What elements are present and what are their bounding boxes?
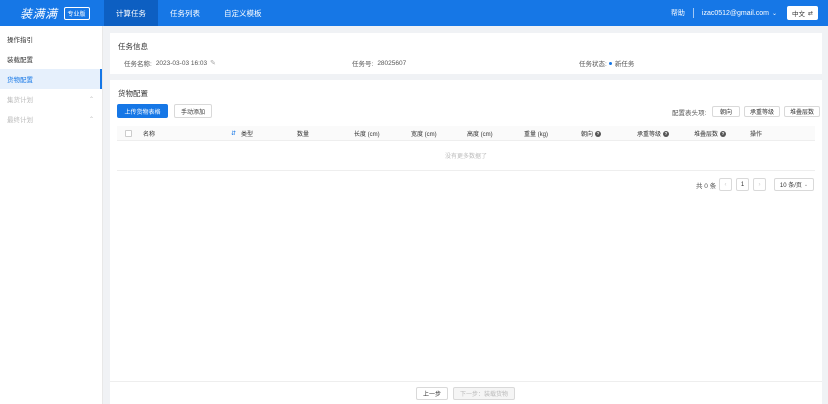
sort-icon[interactable]: ⇵ bbox=[229, 126, 236, 141]
table-header: 名称 ⇵ 类型 数量 长度 (cm) 宽度 (cm) 高度 (cm) 重量 (k… bbox=[117, 126, 815, 141]
chevron-up-icon: ⌃ bbox=[88, 96, 94, 103]
next-page-button[interactable]: › bbox=[753, 178, 766, 191]
col-weight: 重量 (kg) bbox=[524, 132, 549, 138]
help-icon[interactable]: ? bbox=[595, 130, 602, 137]
page-size-value: 10 条/页 bbox=[779, 183, 802, 189]
user-menu[interactable]: izac0512@gmail.com ⌄ bbox=[702, 10, 777, 17]
col-actions: 操作 bbox=[750, 132, 763, 138]
manual-add-button[interactable]: 手动添加 bbox=[174, 104, 212, 118]
col-name-label: 名称 bbox=[143, 132, 156, 138]
task-info-title: 任务信息 bbox=[118, 42, 148, 51]
switch-icon: ⇄ bbox=[807, 10, 813, 17]
col-name[interactable]: 名称 bbox=[143, 126, 155, 141]
select-all-checkbox[interactable] bbox=[125, 126, 132, 141]
chevron-up-icon: ⌃ bbox=[88, 116, 94, 123]
logo[interactable]: 装满满 专业版 bbox=[0, 0, 104, 26]
col-orientation: 朝向 ? bbox=[581, 126, 602, 141]
config-header-label: 配置表头项: bbox=[672, 110, 707, 117]
task-id-label: 任务号: bbox=[352, 61, 374, 68]
cargo-config-card: 货物配置 上传货物表格 手动添加 配置表头项: 朝向 承重等级 堆叠层数 名称 … bbox=[110, 80, 822, 381]
config-option-load-level[interactable]: 承重等级 bbox=[744, 106, 780, 117]
chevron-down-icon: ⌄ bbox=[803, 181, 809, 188]
divider bbox=[692, 8, 694, 18]
help-icon[interactable]: ? bbox=[720, 130, 727, 137]
prev-page-button[interactable]: ‹ bbox=[719, 178, 732, 191]
bottom-action-bar: 上一步 下一步：装载货物 bbox=[110, 381, 822, 404]
language-label: 中文 bbox=[791, 11, 805, 18]
nav-task-list[interactable]: 任务列表 bbox=[158, 0, 212, 26]
nav-custom-template[interactable]: 自定义模板 bbox=[212, 0, 274, 26]
col-load-level-label: 承重等级 bbox=[637, 132, 662, 138]
next-step-button[interactable]: 下一步：装载货物 bbox=[453, 387, 515, 400]
task-status-label: 任务状态: bbox=[579, 61, 607, 68]
sidebar-item-label: 操作指引 bbox=[7, 37, 33, 44]
prev-step-button[interactable]: 上一步 bbox=[416, 387, 448, 400]
col-orientation-label: 朝向 bbox=[581, 132, 594, 138]
user-email: izac0512@gmail.com bbox=[701, 9, 769, 17]
col-height: 高度 (cm) bbox=[467, 132, 493, 138]
status-dot bbox=[608, 61, 612, 65]
nav-calc-task[interactable]: 计算任务 bbox=[104, 0, 158, 26]
sidebar-item-label: 货物配置 bbox=[7, 77, 33, 84]
sidebar-item-label: 装载配置 bbox=[7, 57, 33, 64]
col-type: 类型 bbox=[241, 132, 254, 138]
edition-badge: 专业版 bbox=[63, 6, 90, 20]
top-bar: 装满满 专业版 计算任务 任务列表 自定义模板 帮助 izac0512@gmai… bbox=[0, 0, 828, 26]
col-stack-layers: 堆叠层数 ? bbox=[694, 126, 727, 141]
logo-text: 装满满 bbox=[20, 6, 58, 21]
sidebar-item-label: 最终计划 bbox=[7, 117, 33, 124]
task-name: 任务名称: 2023-03-03 16:03 ✎ bbox=[124, 58, 216, 69]
sidebar-item-collect-plan[interactable]: 集货计划 ⌃ bbox=[0, 89, 102, 109]
col-stack-layers-label: 堆叠层数 bbox=[694, 132, 719, 138]
help-link[interactable]: 帮助 bbox=[671, 8, 685, 18]
page-size-select[interactable]: 10 条/页 ⌄ bbox=[774, 178, 814, 191]
col-width: 宽度 (cm) bbox=[411, 132, 437, 138]
task-id: 任务号: 28025607 bbox=[352, 58, 407, 69]
total-count: 共 0 条 bbox=[696, 182, 717, 190]
config-option-orientation[interactable]: 朝向 bbox=[712, 106, 740, 117]
task-status-value: 新任务 bbox=[614, 61, 635, 68]
help-icon[interactable]: ? bbox=[663, 130, 670, 137]
edit-icon[interactable]: ✎ bbox=[210, 59, 216, 67]
cargo-config-title: 货物配置 bbox=[118, 89, 148, 98]
task-id-value: 28025607 bbox=[377, 59, 407, 67]
col-quantity: 数量 bbox=[297, 132, 310, 138]
sidebar: 操作指引 装载配置 货物配置 集货计划 ⌃ 最终计划 ⌃ bbox=[0, 26, 103, 404]
chevron-down-icon: ⌄ bbox=[771, 10, 777, 17]
sidebar-item-final-plan[interactable]: 最终计划 ⌃ bbox=[0, 109, 102, 129]
sidebar-item-load-config[interactable]: 装载配置 bbox=[0, 49, 102, 69]
page-number-button[interactable]: 1 bbox=[736, 178, 749, 191]
task-name-value: 2023-03-03 16:03 bbox=[155, 59, 208, 67]
sidebar-item-guide[interactable]: 操作指引 bbox=[0, 29, 102, 49]
empty-message: 没有更多数据了 bbox=[117, 141, 815, 171]
language-button[interactable]: 中文 ⇄ bbox=[786, 6, 818, 20]
config-option-stack-layers[interactable]: 堆叠层数 bbox=[784, 106, 820, 117]
sidebar-item-cargo-config[interactable]: 货物配置 bbox=[0, 69, 102, 89]
sidebar-item-label: 集货计划 bbox=[7, 97, 33, 104]
task-info-card: 任务信息 任务名称: 2023-03-03 16:03 ✎ 任务号: 28025… bbox=[110, 33, 822, 74]
task-status: 任务状态: 新任务 bbox=[579, 58, 634, 68]
upload-cargo-button[interactable]: 上传货物表格 bbox=[117, 104, 168, 118]
col-length: 长度 (cm) bbox=[354, 132, 380, 138]
main-nav: 计算任务 任务列表 自定义模板 bbox=[104, 0, 274, 26]
task-name-label: 任务名称: bbox=[124, 61, 152, 68]
col-load-level: 承重等级 ? bbox=[637, 126, 670, 141]
